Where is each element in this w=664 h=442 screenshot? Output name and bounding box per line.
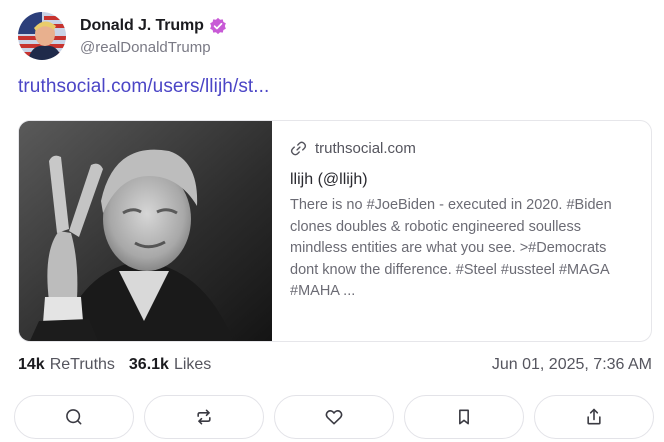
share-icon <box>587 408 601 425</box>
verified-badge-icon <box>210 17 226 34</box>
post-header: Donald J. Trump @realDonaldTrump <box>18 12 227 60</box>
author-handle[interactable]: @realDonaldTrump <box>80 39 227 56</box>
likes-label[interactable]: Likes <box>174 356 211 374</box>
retruths-count[interactable]: 14k <box>18 356 45 374</box>
card-domain-row: truthsocial.com <box>290 140 633 157</box>
avatar[interactable] <box>18 12 66 60</box>
likes-count[interactable]: 36.1k <box>129 356 169 374</box>
like-icon <box>325 410 343 425</box>
post-link[interactable]: truthsocial.com/users/llijh/st... <box>18 76 269 98</box>
link-preview-card[interactable]: truthsocial.com llijh (@llijh) There is … <box>18 120 652 342</box>
name-row: Donald J. Trump <box>80 17 227 35</box>
link-icon <box>290 141 307 156</box>
preview-photo <box>19 121 272 341</box>
retruth-button[interactable] <box>144 395 264 439</box>
share-button[interactable] <box>534 395 654 439</box>
avatar-image <box>18 12 66 60</box>
retruth-icon <box>197 409 211 425</box>
reply-icon <box>66 409 82 425</box>
card-image <box>19 121 272 341</box>
reply-button[interactable] <box>14 395 134 439</box>
card-title: llijh (@llijh) <box>290 171 368 188</box>
like-button[interactable] <box>274 395 394 439</box>
card-description: There is no #JoeBiden - executed in 2020… <box>290 197 612 299</box>
bookmark-icon <box>459 409 469 425</box>
card-body: truthsocial.com llijh (@llijh) There is … <box>272 121 651 341</box>
bookmark-button[interactable] <box>404 395 524 439</box>
post-timestamp[interactable]: Jun 01, 2025, 7:36 AM <box>492 356 652 374</box>
card-domain: truthsocial.com <box>315 140 416 157</box>
author-names: Donald J. Trump @realDonaldTrump <box>80 17 227 56</box>
display-name[interactable]: Donald J. Trump <box>80 17 204 35</box>
post-stats: 14k ReTruths 36.1k Likes Jun 01, 2025, 7… <box>18 356 652 374</box>
action-bar <box>14 395 654 439</box>
retruths-label[interactable]: ReTruths <box>50 356 115 374</box>
